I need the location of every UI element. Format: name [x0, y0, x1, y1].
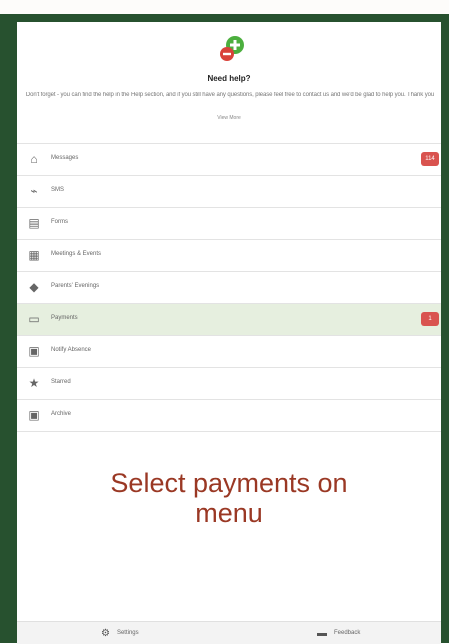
menu-item-label: Archive	[51, 411, 72, 417]
menu-item-label: SMS	[51, 187, 65, 193]
star-icon: ★	[28, 376, 40, 390]
help-title: Need help?	[207, 74, 251, 83]
count-badge: 1	[421, 312, 439, 326]
menu-item-label: Messages	[51, 155, 79, 161]
menu-item-messages[interactable]: ⌂ Messages 114	[17, 143, 441, 175]
footer-bar: ⚙ Settings ▬ Feedback	[17, 621, 441, 644]
menu-item-payments[interactable]: ▭ Payments 1	[17, 303, 441, 335]
menu-item-starred[interactable]: ★ Starred	[17, 367, 441, 399]
view-more-link[interactable]: View More	[17, 115, 441, 121]
menu-item-notify-absence[interactable]: ▣ Notify Absence	[17, 335, 441, 367]
settings-button[interactable]: ⚙ Settings	[101, 622, 139, 644]
app-panel: Need help? Don't forget - you can find t…	[17, 22, 441, 644]
feedback-button[interactable]: ▬ Feedback	[317, 622, 360, 644]
menu-item-label: Forms	[51, 219, 68, 225]
menu-item-meetings-events[interactable]: ▦ Meetings & Events	[17, 239, 441, 271]
settings-label: Settings	[116, 630, 139, 636]
menu-item-label: Parents' Evenings	[51, 283, 100, 289]
top-strip	[0, 0, 449, 15]
frame-right	[441, 14, 449, 643]
menu-item-label: Starred	[51, 379, 71, 385]
app-logo-icon	[220, 36, 244, 61]
sidebar-menu: ⌂ Messages 114 ⌁ SMS ▤ Forms ▦ Meetings & Events…	[17, 143, 441, 432]
signal-icon: ⌁	[30, 184, 38, 198]
cart-icon: ▭	[28, 312, 40, 326]
home-icon: ⌂	[30, 152, 38, 166]
annotation-line-2: menu	[195, 498, 263, 528]
menu-item-label: Meetings & Events	[51, 251, 102, 257]
menu-item-label: Notify Absence	[51, 347, 92, 353]
form-icon: ▤	[28, 216, 40, 230]
frame-left	[0, 14, 17, 643]
menu-item-label: Payments	[51, 315, 78, 321]
menu-item-parents-evenings[interactable]: ◆ Parents' Evenings	[17, 271, 441, 303]
feedback-label: Feedback	[334, 630, 361, 636]
instruction-annotation: Select payments on menu	[17, 468, 441, 528]
frame-top	[0, 14, 449, 22]
tag-icon: ◆	[29, 280, 39, 294]
feedback-icon: ▬	[317, 627, 327, 639]
menu-item-archive[interactable]: ▣ Archive	[17, 399, 441, 432]
annotation-line-1: Select payments on	[110, 468, 348, 498]
calendar-icon: ▦	[28, 248, 40, 262]
help-section: Need help? Don't forget - you can find t…	[17, 22, 441, 140]
menu-item-forms[interactable]: ▤ Forms	[17, 207, 441, 239]
help-text: Don't forget - you can find the help in …	[25, 92, 435, 98]
count-badge: 114	[421, 152, 439, 166]
menu-item-sms[interactable]: ⌁ SMS	[17, 175, 441, 207]
gear-icon: ⚙	[101, 627, 110, 639]
archive-icon: ▣	[28, 408, 40, 422]
id-card-icon: ▣	[28, 344, 40, 358]
